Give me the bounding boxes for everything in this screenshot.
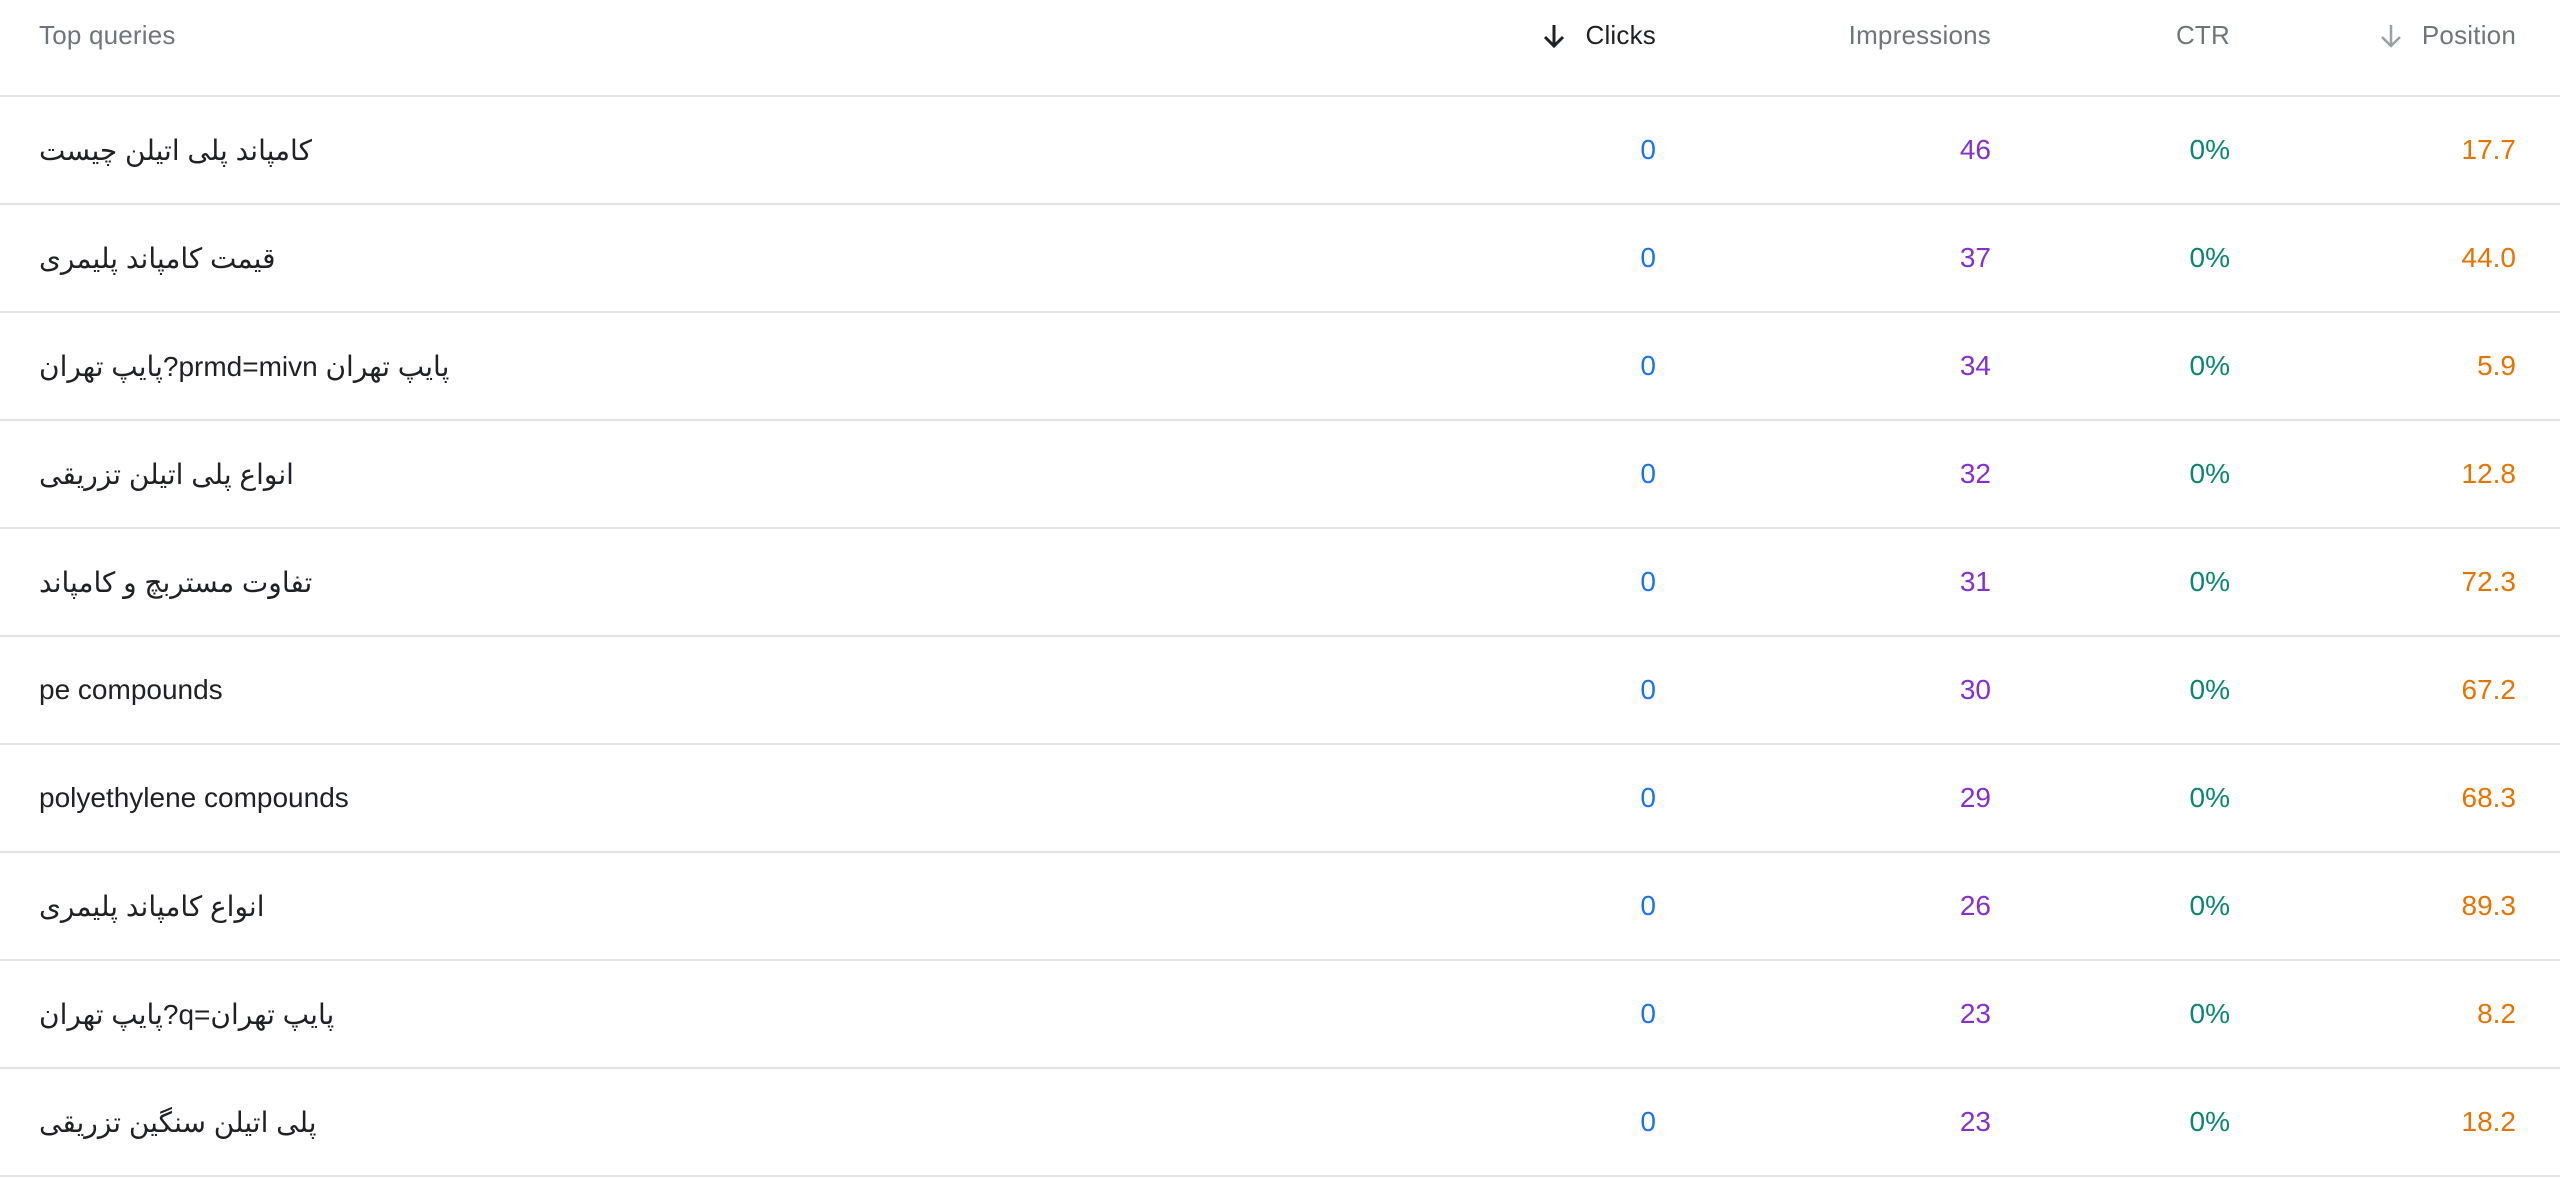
table-row[interactable]: انواع پلی اتیلن تزریقی 0 32 0% 12.8 — [0, 421, 2560, 529]
clicks-cell: 0 — [1640, 674, 1656, 705]
table-row[interactable]: pe compounds 0 30 0% 67.2 — [0, 637, 2560, 745]
clicks-cell: 0 — [1640, 458, 1656, 489]
position-cell: 89.3 — [2461, 890, 2517, 921]
query-cell: پایپ تهران=q?پایپ تهران — [39, 961, 334, 1067]
position-cell: 44.0 — [2461, 242, 2517, 273]
impressions-cell: 37 — [1959, 242, 1991, 273]
ctr-cell: 0% — [2189, 134, 2230, 165]
query-cell: قیمت کامپاند پلیمری — [39, 205, 275, 311]
table-row[interactable]: پلی اتیلن سنگین تزریقی 0 23 0% 18.2 — [0, 1069, 2560, 1177]
query-text: کامپاند پلی اتیلن چیست — [39, 134, 312, 166]
ctr-cell: 0% — [2189, 782, 2230, 813]
column-header-top-queries[interactable]: Top queries — [39, 0, 176, 95]
clicks-cell: 0 — [1640, 890, 1656, 921]
query-text: قیمت کامپاند پلیمری — [39, 242, 276, 274]
table-row[interactable]: قیمت کامپاند پلیمری 0 37 0% 44.0 — [0, 205, 2560, 313]
query-cell: پایپ تهران prmd=mivn?پایپ تهران — [39, 313, 449, 419]
clicks-cell: 0 — [1640, 1106, 1656, 1137]
query-text: pe compounds — [39, 674, 223, 705]
clicks-cell: 0 — [1640, 998, 1656, 1029]
query-cell: pe compounds — [39, 637, 223, 743]
ctr-cell: 0% — [2189, 242, 2230, 273]
column-header-position[interactable]: Position — [2378, 0, 2516, 95]
ctr-header-label: CTR — [2175, 20, 2230, 50]
impressions-cell: 31 — [1959, 566, 1991, 597]
query-cell: انواع کامپاند پلیمری — [39, 853, 264, 959]
arrow-down-sort-icon — [1541, 22, 1567, 50]
position-cell: 68.3 — [2461, 782, 2517, 813]
ctr-cell: 0% — [2189, 674, 2230, 705]
column-header-impressions[interactable]: Impressions — [1849, 0, 1991, 95]
table-header-row: Top queries Clicks Impressions CTR Posit… — [0, 0, 2560, 97]
impressions-cell: 23 — [1959, 1106, 1991, 1137]
position-cell: 12.8 — [2461, 458, 2517, 489]
impressions-cell: 32 — [1959, 458, 1991, 489]
column-header-clicks[interactable]: Clicks — [1541, 0, 1656, 95]
query-cell: انواع پلی اتیلن تزریقی — [39, 421, 294, 527]
impressions-cell: 30 — [1959, 674, 1991, 705]
clicks-cell: 0 — [1640, 242, 1656, 273]
arrow-down-sort-icon — [2378, 22, 2404, 50]
query-text: انواع کامپاند پلیمری — [39, 890, 265, 922]
query-cell: پلی اتیلن سنگین تزریقی — [39, 1069, 317, 1175]
impressions-cell: 46 — [1959, 134, 1991, 165]
top-queries-table: Top queries Clicks Impressions CTR Posit… — [0, 0, 2560, 1177]
query-text: پلی اتیلن سنگین تزریقی — [39, 1106, 317, 1138]
query-text: polyethylene compounds — [39, 782, 349, 813]
column-header-ctr[interactable]: CTR — [2176, 0, 2230, 95]
position-cell: 5.9 — [2477, 350, 2516, 381]
clicks-cell: 0 — [1640, 782, 1656, 813]
ctr-cell: 0% — [2189, 350, 2230, 381]
impressions-cell: 23 — [1959, 998, 1991, 1029]
table-row[interactable]: انواع کامپاند پلیمری 0 26 0% 89.3 — [0, 853, 2560, 961]
query-cell: کامپاند پلی اتیلن چیست — [39, 97, 312, 203]
impressions-header-label: Impressions — [1848, 20, 1991, 50]
table-row[interactable]: تفاوت مستربچ و کامپاند 0 31 0% 72.3 — [0, 529, 2560, 637]
query-cell: تفاوت مستربچ و کامپاند — [39, 529, 312, 635]
query-text: تفاوت مستربچ و کامپاند — [39, 566, 313, 598]
position-cell: 72.3 — [2461, 566, 2517, 597]
ctr-cell: 0% — [2189, 1106, 2230, 1137]
query-text: پایپ تهران=q?پایپ تهران — [39, 998, 335, 1030]
clicks-cell: 0 — [1640, 566, 1656, 597]
clicks-header-label: Clicks — [1585, 20, 1656, 50]
table-row[interactable]: پایپ تهران prmd=mivn?پایپ تهران 0 34 0% … — [0, 313, 2560, 421]
table-row[interactable]: polyethylene compounds 0 29 0% 68.3 — [0, 745, 2560, 853]
table-row[interactable]: کامپاند پلی اتیلن چیست 0 46 0% 17.7 — [0, 97, 2560, 205]
ctr-cell: 0% — [2189, 458, 2230, 489]
query-cell: polyethylene compounds — [39, 745, 349, 851]
top-queries-header-label: Top queries — [39, 20, 176, 50]
query-text: پایپ تهران prmd=mivn?پایپ تهران — [39, 350, 450, 382]
clicks-cell: 0 — [1640, 134, 1656, 165]
impressions-cell: 34 — [1959, 350, 1991, 381]
clicks-cell: 0 — [1640, 350, 1656, 381]
position-cell: 18.2 — [2461, 1106, 2517, 1137]
impressions-cell: 29 — [1959, 782, 1991, 813]
ctr-cell: 0% — [2189, 998, 2230, 1029]
position-cell: 67.2 — [2461, 674, 2517, 705]
table-row[interactable]: پایپ تهران=q?پایپ تهران 0 23 0% 8.2 — [0, 961, 2560, 1069]
position-cell: 8.2 — [2477, 998, 2516, 1029]
ctr-cell: 0% — [2189, 890, 2230, 921]
query-text: انواع پلی اتیلن تزریقی — [39, 458, 294, 490]
impressions-cell: 26 — [1959, 890, 1991, 921]
position-header-label: Position — [2421, 20, 2516, 50]
position-cell: 17.7 — [2461, 134, 2517, 165]
ctr-cell: 0% — [2189, 566, 2230, 597]
